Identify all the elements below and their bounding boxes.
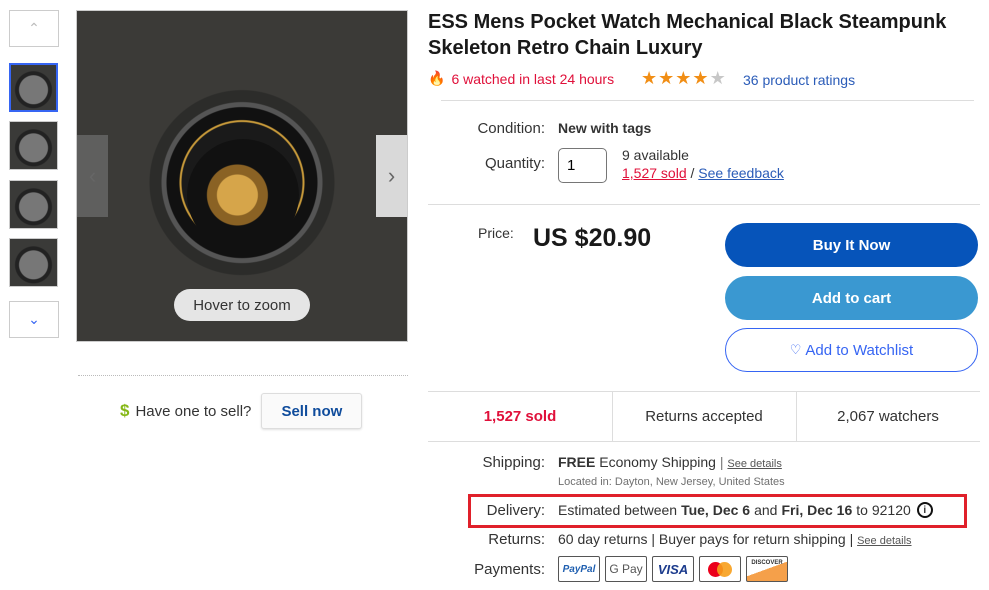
chevron-up-icon: ⌃ — [28, 20, 40, 36]
sold-feedback: 1,527 sold / See feedback — [622, 165, 784, 181]
next-image-button[interactable]: › — [376, 135, 407, 217]
returns-label: Returns: — [488, 531, 545, 548]
watch-image — [187, 139, 299, 251]
google-pay-icon: G Pay — [605, 556, 647, 582]
payments-label: Payments: — [474, 561, 545, 578]
star-empty-icon: ★ — [709, 68, 726, 88]
thumbnail-2[interactable] — [9, 121, 58, 170]
shipping-details-link[interactable]: See details — [727, 458, 781, 470]
watchlist-label: Add to Watchlist — [805, 341, 914, 359]
quantity-label: Quantity: — [484, 155, 545, 172]
shipping-free: FREE — [558, 454, 596, 470]
thumbnails-up-button[interactable]: ⌃ — [9, 10, 59, 47]
stat-sold: 1,527 sold — [483, 408, 557, 425]
delivery-start: Tue, Dec 6 — [681, 502, 751, 518]
visa-icon: VISA — [652, 556, 694, 582]
mastercard-icon — [699, 556, 741, 582]
delivery-and: and — [754, 502, 778, 518]
buy-it-now-button[interactable]: Buy It Now — [725, 223, 978, 267]
hover-to-zoom-label: Hover to zoom — [174, 289, 310, 321]
star-filled-icon: ★ — [675, 68, 692, 88]
item-location: Located in: Dayton, New Jersey, United S… — [558, 476, 785, 488]
shipping-label: Shipping: — [482, 454, 545, 471]
sell-prompt: Have one to sell? — [135, 402, 252, 420]
separator: / — [690, 165, 695, 181]
dollar-icon: $ — [120, 401, 130, 420]
prev-image-button[interactable]: ‹ — [77, 135, 108, 217]
paypal-icon: PayPal — [558, 556, 600, 582]
main-product-image[interactable]: ‹ › Hover to zoom — [76, 10, 408, 342]
returns-info: 60 day returns | Buyer pays for return s… — [558, 531, 912, 547]
discover-icon: DISCOVER — [746, 556, 788, 582]
thumbnail-1[interactable] — [9, 63, 58, 112]
add-to-cart-button[interactable]: Add to cart — [725, 276, 978, 320]
stat-watchers: 2,067 watchers — [837, 408, 939, 425]
price-label: Price: — [478, 225, 514, 241]
heart-icon: ♡ — [789, 342, 802, 357]
star-filled-icon: ★ — [658, 68, 675, 88]
delivery-label: Delivery: — [486, 502, 545, 519]
sell-section: $ Have one to sell? Sell now — [120, 393, 363, 429]
divider — [428, 441, 980, 442]
product-title: ESS Mens Pocket Watch Mechanical Black S… — [428, 11, 947, 59]
info-icon[interactable]: i — [916, 502, 933, 518]
product-ratings-link[interactable]: 36 product ratings — [743, 72, 855, 88]
condition-label: Condition: — [477, 120, 545, 137]
shipping-method: Economy Shipping — [599, 454, 716, 470]
sell-now-button[interactable]: Sell now — [261, 393, 363, 429]
condition-value: New with tags — [558, 120, 652, 136]
payment-methods: PayPal G Pay VISA DISCOVER — [558, 556, 788, 582]
divider — [441, 100, 974, 101]
fire-icon: 🔥 — [428, 70, 446, 86]
chevron-left-icon: ‹ — [88, 163, 97, 188]
delivery-estimate: Estimated between Tue, Dec 6 and Fri, De… — [558, 502, 933, 518]
shipping-info: FREE Economy Shipping | See details — [558, 454, 782, 470]
returns-text: 60 day returns | Buyer pays for return s… — [558, 531, 854, 547]
stat-returns: Returns accepted — [645, 408, 763, 425]
thumbnail-4[interactable] — [9, 238, 58, 287]
see-feedback-link[interactable]: See feedback — [698, 165, 784, 181]
add-to-watchlist-button[interactable]: ♡ Add to Watchlist — [725, 328, 978, 372]
sold-link[interactable]: 1,527 sold — [622, 165, 687, 181]
delivery-prefix: Estimated between — [558, 502, 678, 518]
divider — [428, 204, 980, 205]
returns-details-link[interactable]: See details — [857, 535, 911, 547]
chevron-right-icon: › — [387, 163, 396, 188]
star-filled-icon: ★ — [692, 68, 709, 88]
chevron-down-icon: ⌄ — [28, 311, 40, 327]
delivery-end: Fri, Dec 16 — [781, 502, 853, 518]
price-value: US $20.90 — [533, 224, 652, 252]
quantity-input[interactable] — [558, 148, 607, 183]
delivery-zip: to 92120 — [856, 502, 911, 518]
star-rating[interactable]: ★ ★ ★ ★ ★ — [641, 68, 726, 89]
watched-text: 6 watched in last 24 hours — [451, 70, 615, 87]
star-filled-icon: ★ — [641, 68, 658, 88]
thumbnail-3[interactable] — [9, 180, 58, 229]
thumbnails-down-button[interactable]: ⌄ — [9, 301, 59, 338]
available-count: 9 available — [622, 147, 689, 163]
divider — [78, 375, 408, 376]
watched-indicator: 🔥 6 watched in last 24 hours — [428, 70, 614, 87]
